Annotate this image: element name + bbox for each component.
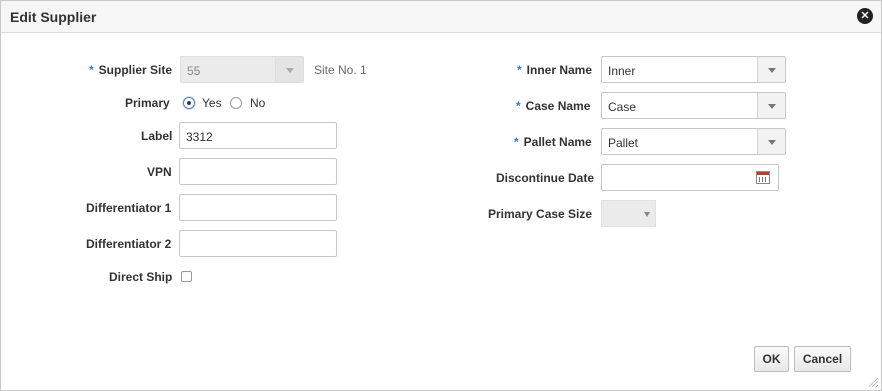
edit-supplier-dialog: Edit Supplier ✕ * Supplier Site 55 Site N… — [0, 0, 882, 391]
label-input-value: 3312 — [186, 130, 213, 144]
chevron-down-icon[interactable] — [757, 57, 785, 82]
required-marker: * — [89, 63, 94, 77]
vpn-label: VPN — [147, 165, 172, 179]
case-name-label: * Case Name — [516, 99, 591, 113]
ok-button[interactable]: OK — [754, 346, 789, 372]
pallet-name-label: * Pallet Name — [514, 135, 592, 149]
primary-case-size-select[interactable] — [601, 200, 656, 227]
case-name-select[interactable]: Case — [601, 92, 786, 119]
label-input[interactable]: 3312 — [179, 122, 337, 149]
primary-no-label: No — [250, 96, 266, 110]
chevron-down-icon[interactable] — [757, 129, 785, 154]
case-name-value: Case — [608, 100, 637, 114]
discontinue-date-label: Discontinue Date — [496, 171, 595, 185]
primary-yes-label: Yes — [202, 96, 222, 110]
primary-label: Primary — [125, 96, 170, 110]
dialog-header: Edit Supplier ✕ — [1, 1, 881, 33]
vpn-input[interactable] — [179, 158, 337, 185]
supplier-site-select[interactable]: 55 — [180, 56, 304, 83]
inner-name-select[interactable]: Inner — [601, 56, 786, 83]
primary-no-radio[interactable] — [230, 97, 242, 109]
inner-name-label: * Inner Name — [517, 63, 593, 77]
close-icon[interactable]: ✕ — [857, 8, 873, 24]
primary-yes-radio[interactable] — [183, 97, 195, 109]
differentiator-1-input[interactable] — [179, 194, 337, 221]
discontinue-date-input[interactable] — [601, 164, 779, 191]
supplier-site-label: * Supplier Site — [89, 63, 173, 77]
inner-name-value: Inner — [608, 64, 636, 78]
supplier-site-value: 55 — [187, 64, 201, 78]
cancel-button[interactable]: Cancel — [794, 346, 851, 372]
differentiator-2-label: Differentiator 2 — [86, 237, 172, 251]
direct-ship-label: Direct Ship — [109, 270, 173, 284]
label-field-label: Label — [141, 129, 173, 143]
pallet-name-select[interactable]: Pallet — [601, 128, 786, 155]
chevron-down-icon[interactable] — [757, 93, 785, 118]
chevron-down-icon — [644, 212, 650, 217]
differentiator-1-label: Differentiator 1 — [86, 201, 172, 215]
calendar-icon[interactable] — [756, 171, 770, 184]
chevron-down-icon[interactable] — [275, 57, 303, 82]
primary-case-size-label: Primary Case Size — [488, 207, 593, 221]
differentiator-2-input[interactable] — [179, 230, 337, 257]
resize-grip-icon[interactable] — [869, 378, 878, 387]
direct-ship-checkbox[interactable] — [181, 271, 192, 282]
pallet-name-value: Pallet — [608, 136, 639, 150]
supplier-site-hint: Site No. 1 — [314, 63, 367, 77]
dialog-title: Edit Supplier — [10, 9, 97, 25]
